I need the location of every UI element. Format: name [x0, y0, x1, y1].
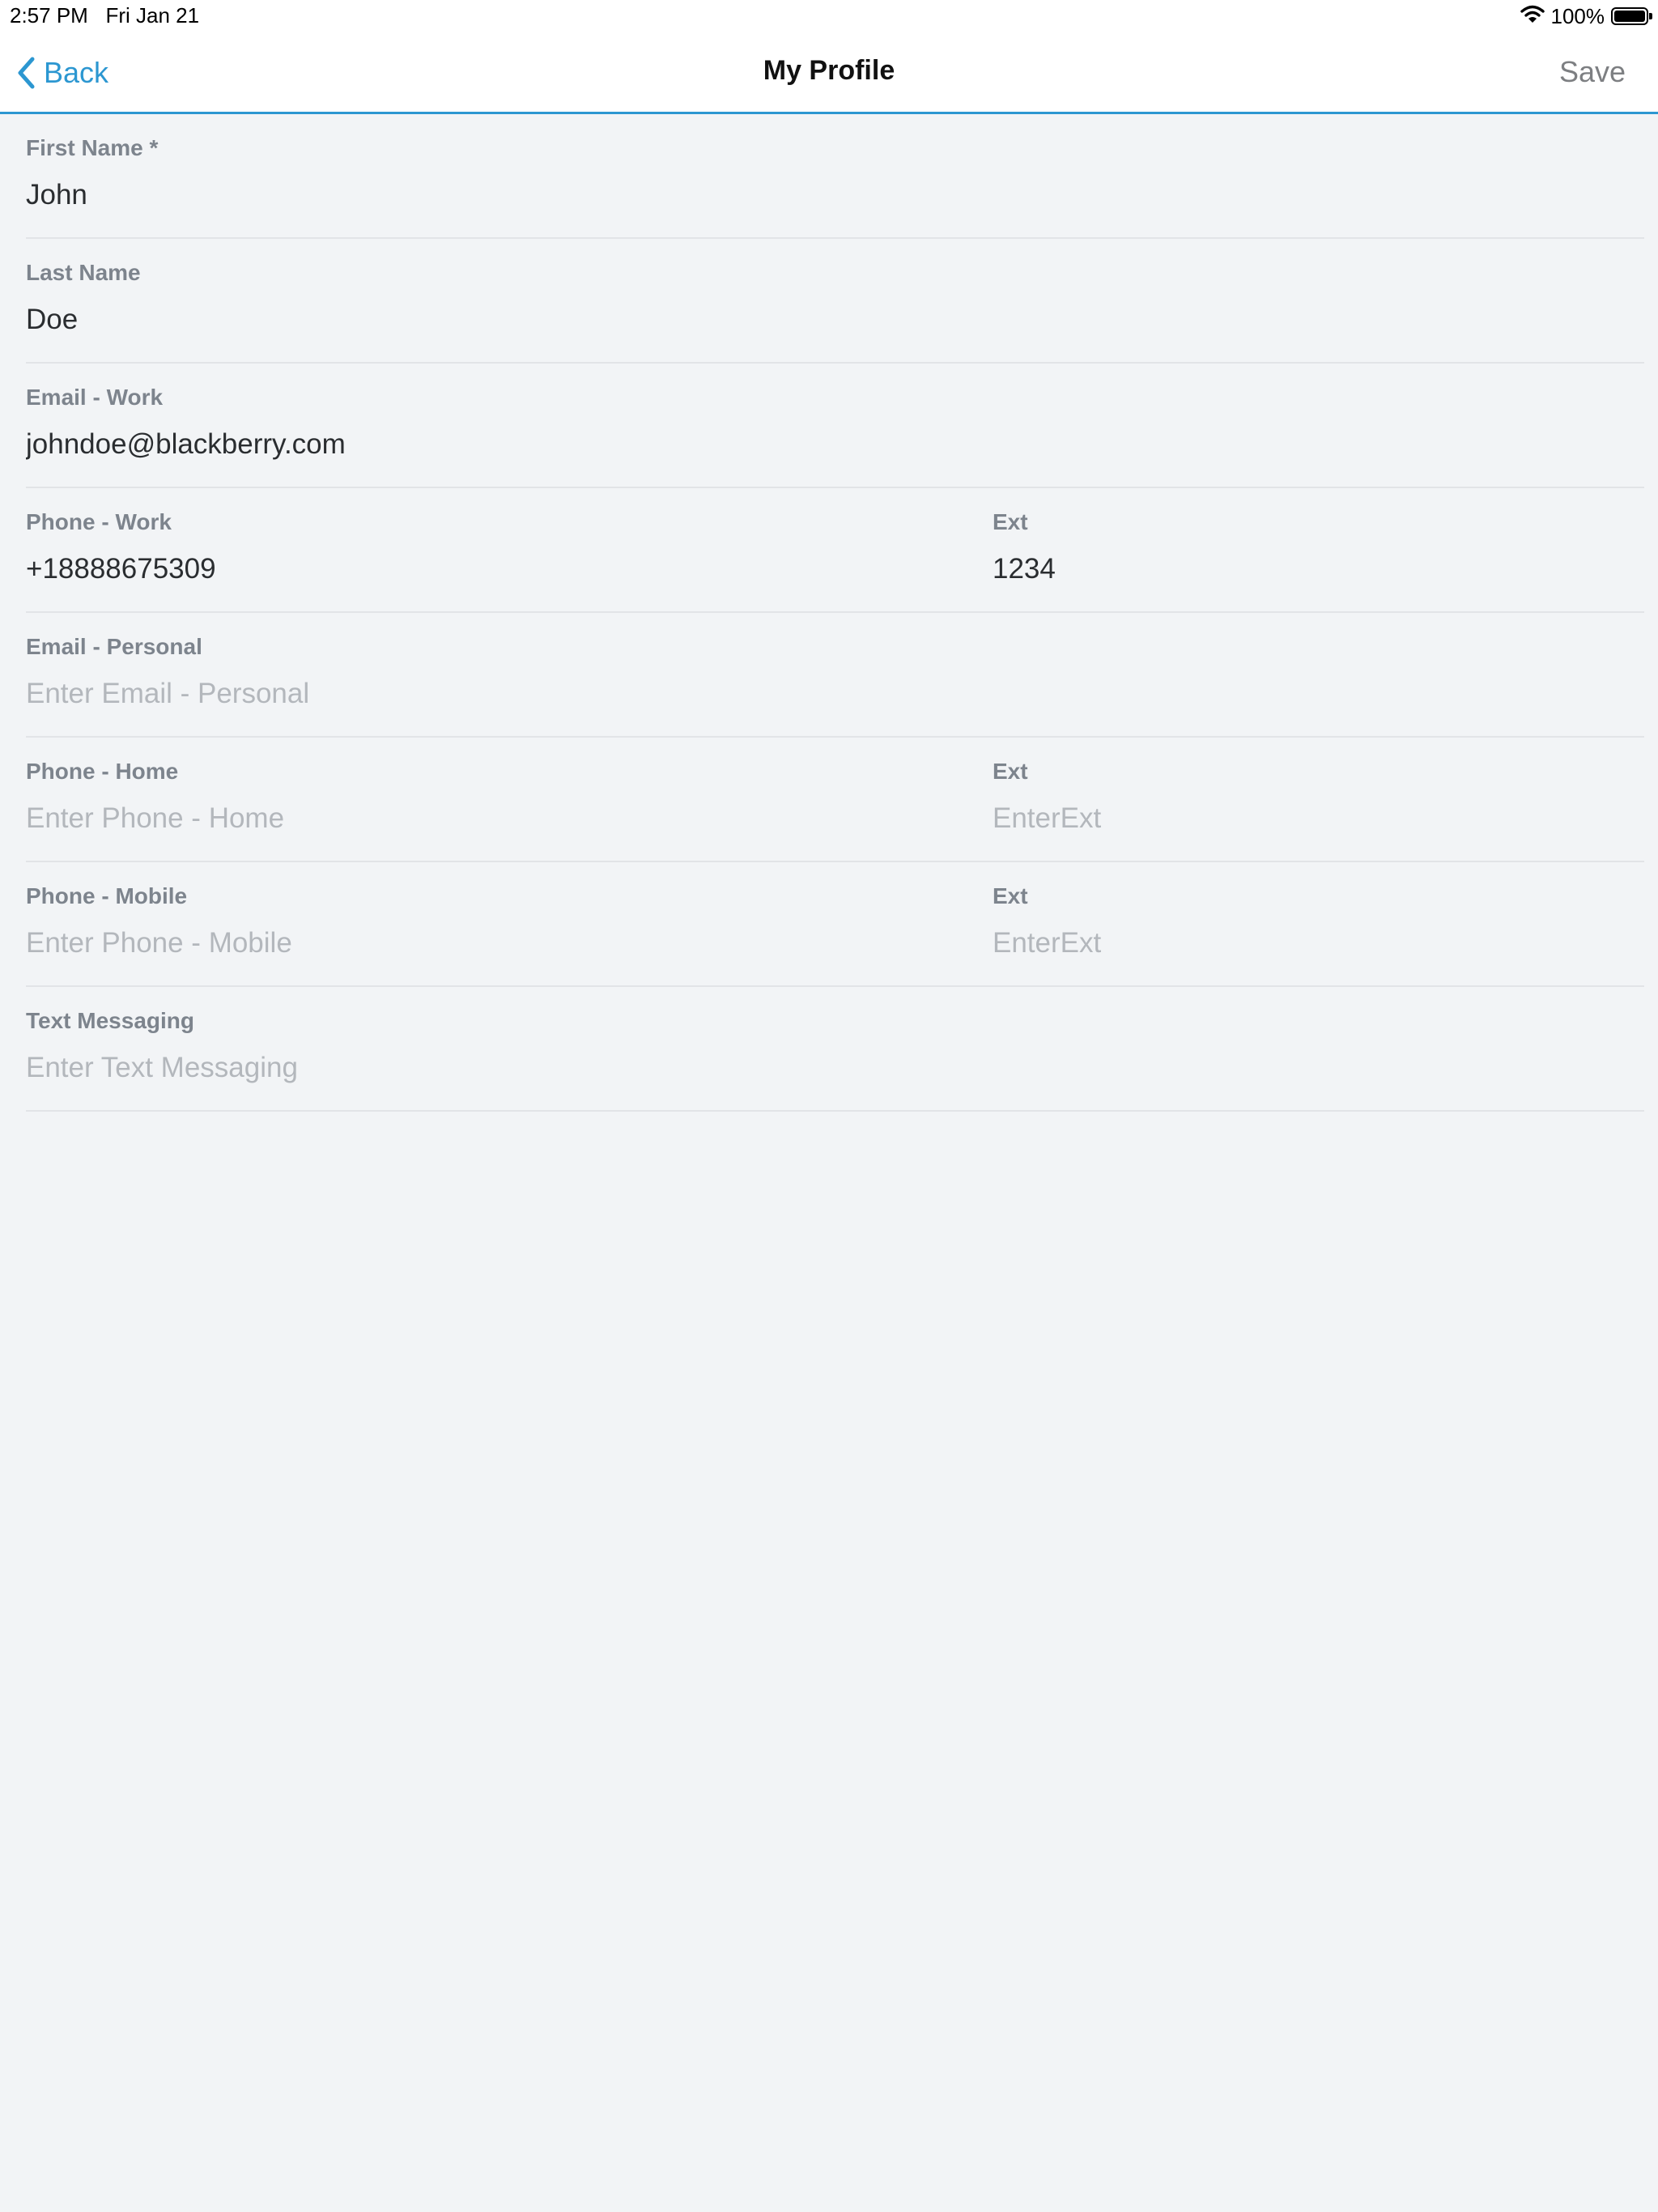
profile-form: First Name * Last Name Email - Work Phon… [26, 114, 1644, 1112]
form-row-last-name: Last Name [26, 239, 1644, 364]
battery-level [1614, 11, 1645, 22]
phone-work-ext-label: Ext [993, 509, 1028, 534]
form-row-email-work: Email - Work [26, 364, 1644, 488]
email-personal-label: Email - Personal [26, 634, 202, 659]
battery-tip [1649, 13, 1652, 19]
phone-home-ext-input[interactable] [993, 798, 1640, 840]
wifi-icon [1520, 5, 1545, 28]
email-work-label: Email - Work [26, 385, 164, 410]
last-name-label: Last Name [26, 260, 141, 285]
battery-percent: 100% [1550, 3, 1605, 28]
phone-mobile-label: Phone - Mobile [26, 883, 188, 908]
phone-home-input[interactable] [26, 798, 957, 840]
phone-work-input[interactable] [26, 548, 957, 590]
phone-home-ext-label: Ext [993, 759, 1028, 784]
last-name-input[interactable] [26, 299, 957, 341]
status-time: 2:57 PM Fri Jan 21 [10, 3, 199, 28]
first-name-label: First Name * [26, 135, 159, 160]
email-personal-input[interactable] [26, 673, 957, 715]
status-date: Fri Jan 21 [105, 3, 200, 28]
status-time-text: 2:57 PM [10, 3, 88, 28]
battery-icon [1611, 7, 1652, 25]
status-indicators: 100% [1520, 3, 1652, 29]
email-work-input[interactable] [26, 423, 957, 466]
phone-work-label: Phone - Work [26, 509, 172, 534]
navigation-bar: Back My Profile Save [0, 32, 1658, 114]
text-messaging-input[interactable] [26, 1047, 957, 1089]
form-row-text-messaging: Text Messaging [26, 987, 1644, 1112]
phone-home-label: Phone - Home [26, 759, 179, 784]
status-bar: 2:57 PM Fri Jan 21 100% [0, 0, 1658, 32]
phone-mobile-ext-input[interactable] [993, 922, 1640, 964]
save-button[interactable]: Save [1559, 55, 1626, 89]
form-row-first-name: First Name * [26, 114, 1644, 239]
page-title: My Profile [763, 55, 895, 86]
first-name-input[interactable] [26, 174, 957, 216]
form-row-phone-mobile: Phone - Mobile Ext [26, 862, 1644, 987]
form-row-phone-work: Phone - Work Ext [26, 488, 1644, 613]
form-row-email-personal: Email - Personal [26, 613, 1644, 738]
form-row-phone-home: Phone - Home Ext [26, 738, 1644, 862]
text-messaging-label: Text Messaging [26, 1008, 194, 1033]
phone-work-ext-input[interactable] [993, 548, 1640, 590]
phone-mobile-input[interactable] [26, 922, 957, 964]
phone-mobile-ext-label: Ext [993, 883, 1028, 908]
